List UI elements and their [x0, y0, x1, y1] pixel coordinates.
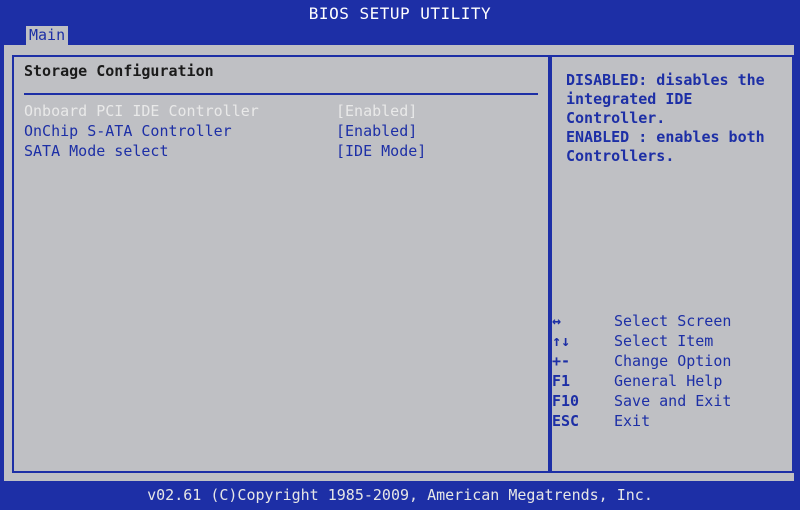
- tab-main[interactable]: Main: [26, 26, 69, 45]
- menu-bar: Main: [0, 24, 800, 45]
- setting-value[interactable]: [Enabled]: [336, 101, 417, 121]
- key-legend: ↔ Select Screen ↑↓ Select Item +- Change…: [552, 311, 792, 431]
- setting-label: OnChip S-ATA Controller: [24, 122, 232, 140]
- setting-label: SATA Mode select: [24, 142, 169, 160]
- section-divider: [24, 93, 538, 95]
- up-down-arrow-icon: ↑↓: [552, 332, 571, 350]
- f10-key: F10: [552, 392, 580, 410]
- key-legend-row: F1 General Help: [552, 371, 792, 391]
- key-action: Exit: [614, 412, 651, 430]
- window-title: BIOS SETUP UTILITY: [0, 0, 800, 24]
- key-legend-row: +- Change Option: [552, 351, 792, 371]
- setting-onchip-sata-controller[interactable]: OnChip S-ATA Controller [Enabled]: [24, 121, 534, 141]
- help-text: DISABLED: disables the integrated IDE Co…: [566, 71, 765, 165]
- plus-minus-key: +-: [552, 352, 571, 370]
- key-legend-row: ↔ Select Screen: [552, 311, 792, 331]
- setting-value[interactable]: [IDE Mode]: [336, 141, 426, 161]
- esc-key: ESC: [552, 412, 580, 430]
- setting-onboard-pci-ide-controller[interactable]: Onboard PCI IDE Controller [Enabled]: [24, 101, 534, 121]
- setting-label: Onboard PCI IDE Controller: [24, 102, 259, 120]
- key-legend-row: ↑↓ Select Item: [552, 331, 792, 351]
- key-action: Change Option: [614, 352, 732, 370]
- copyright-footer: v02.61 (C)Copyright 1985-2009, American …: [0, 481, 800, 510]
- f1-key: F1: [552, 372, 571, 390]
- key-action: General Help: [614, 372, 723, 390]
- setting-sata-mode-select[interactable]: SATA Mode select [IDE Mode]: [24, 141, 534, 161]
- section-title: Storage Configuration: [24, 62, 214, 80]
- setup-content: Storage Configuration Onboard PCI IDE Co…: [4, 45, 794, 481]
- key-legend-row: ESC Exit: [552, 411, 792, 431]
- key-action: Save and Exit: [614, 392, 732, 410]
- key-action: Select Screen: [614, 312, 732, 330]
- setting-value[interactable]: [Enabled]: [336, 121, 417, 141]
- key-action: Select Item: [614, 332, 714, 350]
- left-right-arrow-icon: ↔: [552, 312, 562, 330]
- key-legend-row: F10 Save and Exit: [552, 391, 792, 411]
